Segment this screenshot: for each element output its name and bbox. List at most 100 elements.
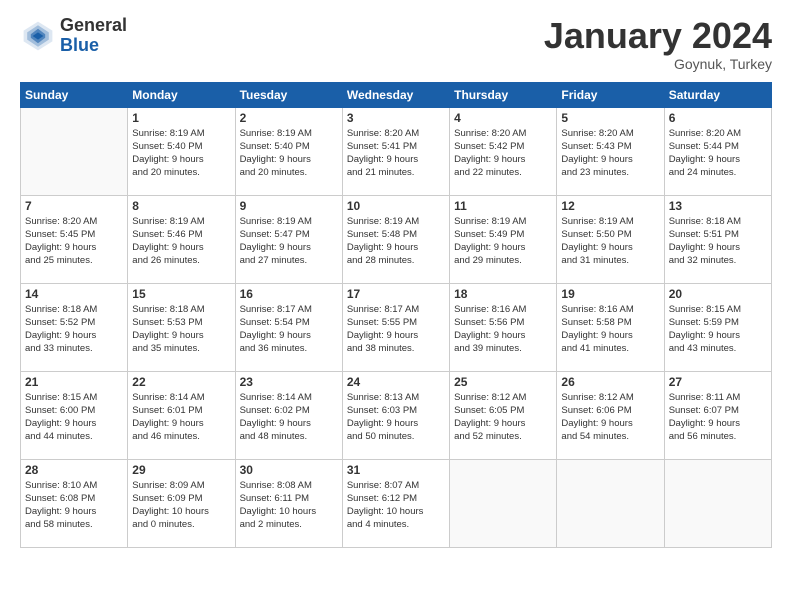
weekday-header-saturday: Saturday [664, 82, 771, 107]
day-number: 11 [454, 199, 552, 213]
logo-blue-text: Blue [60, 36, 127, 56]
day-info: Sunrise: 8:07 AMSunset: 6:12 PMDaylight:… [347, 479, 445, 532]
day-number: 22 [132, 375, 230, 389]
calendar-cell: 13Sunrise: 8:18 AMSunset: 5:51 PMDayligh… [664, 195, 771, 283]
calendar-cell: 26 Sunrise: 8:12 AMSunset: 6:06 PMDayligh… [557, 371, 664, 459]
weekday-header-monday: Monday [128, 82, 235, 107]
day-info: Sunrise: 8:20 AMSunset: 5:41 PMDaylight:… [347, 127, 445, 180]
calendar-cell: 14Sunrise: 8:18 AMSunset: 5:52 PMDayligh… [21, 283, 128, 371]
day-number: 3 [347, 111, 445, 125]
day-number: 9 [240, 199, 338, 213]
calendar-cell: 17 Sunrise: 8:17 AMSunset: 5:55 PMDayligh… [342, 283, 449, 371]
day-number: 10 [347, 199, 445, 213]
calendar-cell: 20 Sunrise: 8:15 AMSunset: 5:59 PMDayligh… [664, 283, 771, 371]
location: Goynuk, Turkey [544, 56, 772, 72]
day-info: Sunrise: 8:19 AMSunset: 5:49 PMDaylight:… [454, 215, 552, 268]
calendar-cell: 28Sunrise: 8:10 AMSunset: 6:08 PMDayligh… [21, 459, 128, 547]
calendar-cell: 27Sunrise: 8:11 AMSunset: 6:07 PMDayligh… [664, 371, 771, 459]
calendar-cell: 18 Sunrise: 8:16 AMSunset: 5:56 PMDayligh… [450, 283, 557, 371]
weekday-header-wednesday: Wednesday [342, 82, 449, 107]
day-number: 14 [25, 287, 123, 301]
day-number: 19 [561, 287, 659, 301]
calendar-cell: 11 Sunrise: 8:19 AMSunset: 5:49 PMDayligh… [450, 195, 557, 283]
calendar-week-5: 28Sunrise: 8:10 AMSunset: 6:08 PMDayligh… [21, 459, 772, 547]
day-number: 5 [561, 111, 659, 125]
calendar-week-1: 1 Sunrise: 8:19 AMSunset: 5:40 PMDaylight… [21, 107, 772, 195]
logo: General Blue [20, 16, 127, 56]
logo-text: General Blue [60, 16, 127, 56]
calendar-cell: 6 Sunrise: 8:20 AMSunset: 5:44 PMDaylight… [664, 107, 771, 195]
weekday-header-sunday: Sunday [21, 82, 128, 107]
day-number: 31 [347, 463, 445, 477]
calendar-cell: 4 Sunrise: 8:20 AMSunset: 5:42 PMDaylight… [450, 107, 557, 195]
day-number: 13 [669, 199, 767, 213]
calendar-cell [450, 459, 557, 547]
day-number: 24 [347, 375, 445, 389]
day-info: Sunrise: 8:19 AMSunset: 5:50 PMDaylight:… [561, 215, 659, 268]
day-number: 20 [669, 287, 767, 301]
day-number: 1 [132, 111, 230, 125]
calendar-cell: 29 Sunrise: 8:09 AMSunset: 6:09 PMDayligh… [128, 459, 235, 547]
calendar-cell: 25Sunrise: 8:12 AMSunset: 6:05 PMDayligh… [450, 371, 557, 459]
day-info: Sunrise: 8:19 AMSunset: 5:46 PMDaylight:… [132, 215, 230, 268]
header: General Blue January 2024 Goynuk, Turkey [20, 16, 772, 72]
day-info: Sunrise: 8:17 AMSunset: 5:55 PMDaylight:… [347, 303, 445, 356]
calendar-cell: 1 Sunrise: 8:19 AMSunset: 5:40 PMDaylight… [128, 107, 235, 195]
day-number: 26 [561, 375, 659, 389]
calendar-cell: 5 Sunrise: 8:20 AMSunset: 5:43 PMDaylight… [557, 107, 664, 195]
day-info: Sunrise: 8:17 AMSunset: 5:54 PMDaylight:… [240, 303, 338, 356]
day-number: 23 [240, 375, 338, 389]
day-info: Sunrise: 8:14 AMSunset: 6:01 PMDaylight:… [132, 391, 230, 444]
day-number: 2 [240, 111, 338, 125]
calendar-cell: 21 Sunrise: 8:15 AMSunset: 6:00 PMDayligh… [21, 371, 128, 459]
day-info: Sunrise: 8:15 AMSunset: 6:00 PMDaylight:… [25, 391, 123, 444]
page: General Blue January 2024 Goynuk, Turkey… [0, 0, 792, 612]
day-info: Sunrise: 8:19 AMSunset: 5:40 PMDaylight:… [240, 127, 338, 180]
title-block: January 2024 Goynuk, Turkey [544, 16, 772, 72]
calendar-cell: 30Sunrise: 8:08 AMSunset: 6:11 PMDayligh… [235, 459, 342, 547]
day-info: Sunrise: 8:16 AMSunset: 5:56 PMDaylight:… [454, 303, 552, 356]
calendar-cell: 23Sunrise: 8:14 AMSunset: 6:02 PMDayligh… [235, 371, 342, 459]
day-info: Sunrise: 8:19 AMSunset: 5:47 PMDaylight:… [240, 215, 338, 268]
calendar-week-4: 21 Sunrise: 8:15 AMSunset: 6:00 PMDayligh… [21, 371, 772, 459]
day-info: Sunrise: 8:09 AMSunset: 6:09 PMDaylight:… [132, 479, 230, 532]
day-info: Sunrise: 8:16 AMSunset: 5:58 PMDaylight:… [561, 303, 659, 356]
day-number: 6 [669, 111, 767, 125]
weekday-header-friday: Friday [557, 82, 664, 107]
calendar-cell: 24 Sunrise: 8:13 AMSunset: 6:03 PMDayligh… [342, 371, 449, 459]
calendar-table: SundayMondayTuesdayWednesdayThursdayFrid… [20, 82, 772, 548]
calendar-cell: 31 Sunrise: 8:07 AMSunset: 6:12 PMDayligh… [342, 459, 449, 547]
day-number: 28 [25, 463, 123, 477]
day-info: Sunrise: 8:12 AMSunset: 6:06 PMDaylight:… [561, 391, 659, 444]
day-number: 16 [240, 287, 338, 301]
calendar-cell: 8Sunrise: 8:19 AMSunset: 5:46 PMDaylight… [128, 195, 235, 283]
day-info: Sunrise: 8:15 AMSunset: 5:59 PMDaylight:… [669, 303, 767, 356]
day-info: Sunrise: 8:08 AMSunset: 6:11 PMDaylight:… [240, 479, 338, 532]
day-info: Sunrise: 8:20 AMSunset: 5:42 PMDaylight:… [454, 127, 552, 180]
calendar-cell [21, 107, 128, 195]
calendar-cell: 3 Sunrise: 8:20 AMSunset: 5:41 PMDaylight… [342, 107, 449, 195]
weekday-header-tuesday: Tuesday [235, 82, 342, 107]
day-number: 12 [561, 199, 659, 213]
calendar-cell [664, 459, 771, 547]
day-number: 7 [25, 199, 123, 213]
weekday-header-thursday: Thursday [450, 82, 557, 107]
day-number: 4 [454, 111, 552, 125]
weekday-header-row: SundayMondayTuesdayWednesdayThursdayFrid… [21, 82, 772, 107]
day-info: Sunrise: 8:13 AMSunset: 6:03 PMDaylight:… [347, 391, 445, 444]
day-info: Sunrise: 8:19 AMSunset: 5:40 PMDaylight:… [132, 127, 230, 180]
calendar-cell: 7Sunrise: 8:20 AMSunset: 5:45 PMDaylight… [21, 195, 128, 283]
day-number: 15 [132, 287, 230, 301]
calendar-cell [557, 459, 664, 547]
calendar-cell: 12 Sunrise: 8:19 AMSunset: 5:50 PMDayligh… [557, 195, 664, 283]
day-number: 21 [25, 375, 123, 389]
day-number: 18 [454, 287, 552, 301]
day-info: Sunrise: 8:20 AMSunset: 5:44 PMDaylight:… [669, 127, 767, 180]
calendar-cell: 19 Sunrise: 8:16 AMSunset: 5:58 PMDayligh… [557, 283, 664, 371]
logo-general-text: General [60, 16, 127, 36]
day-info: Sunrise: 8:20 AMSunset: 5:43 PMDaylight:… [561, 127, 659, 180]
day-info: Sunrise: 8:19 AMSunset: 5:48 PMDaylight:… [347, 215, 445, 268]
day-number: 17 [347, 287, 445, 301]
day-number: 29 [132, 463, 230, 477]
day-info: Sunrise: 8:12 AMSunset: 6:05 PMDaylight:… [454, 391, 552, 444]
